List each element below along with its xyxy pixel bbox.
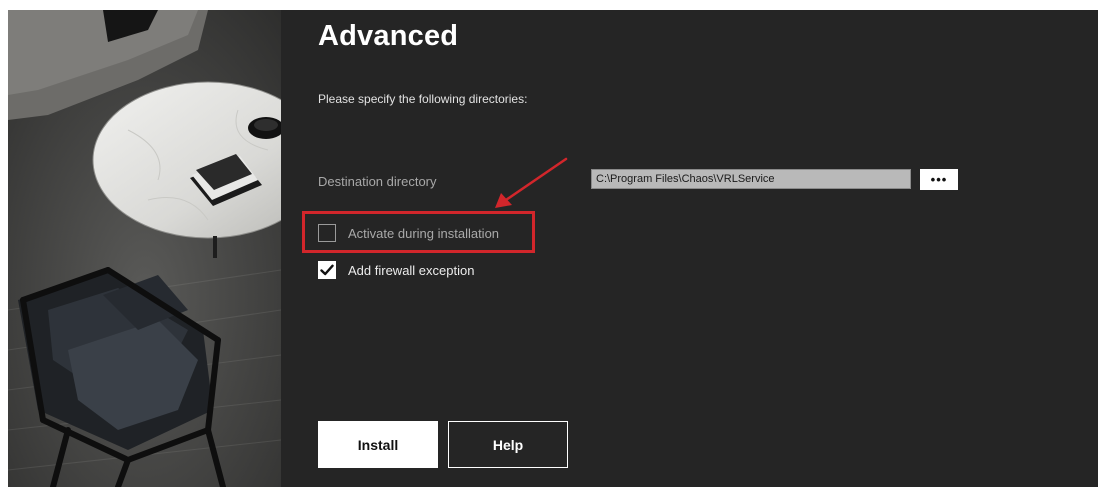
checkmark-icon xyxy=(320,264,334,276)
add-firewall-exception-label: Add firewall exception xyxy=(348,262,475,278)
add-firewall-exception-checkbox[interactable] xyxy=(318,261,336,279)
installer-window: Advanced Please specify the following di… xyxy=(8,10,1098,487)
activate-during-installation-label: Activate during installation xyxy=(348,225,500,241)
destination-directory-input[interactable] xyxy=(591,169,911,189)
help-button[interactable]: Help xyxy=(448,421,568,468)
red-arrow-icon xyxy=(495,157,568,208)
activate-during-installation-checkbox[interactable] xyxy=(318,224,336,242)
destination-directory-label: Destination directory xyxy=(318,174,437,189)
content-panel: Advanced Please specify the following di… xyxy=(281,10,1098,487)
add-firewall-exception-option[interactable]: Add firewall exception xyxy=(318,261,474,279)
browse-button[interactable]: ••• xyxy=(920,169,958,190)
interior-photo xyxy=(8,10,281,487)
page-title: Advanced xyxy=(318,20,459,52)
activate-during-installation-option[interactable]: Activate during installation xyxy=(318,224,499,242)
page-subtitle: Please specify the following directories… xyxy=(318,92,528,106)
interior-photo-art xyxy=(8,10,281,487)
install-button[interactable]: Install xyxy=(318,421,438,468)
